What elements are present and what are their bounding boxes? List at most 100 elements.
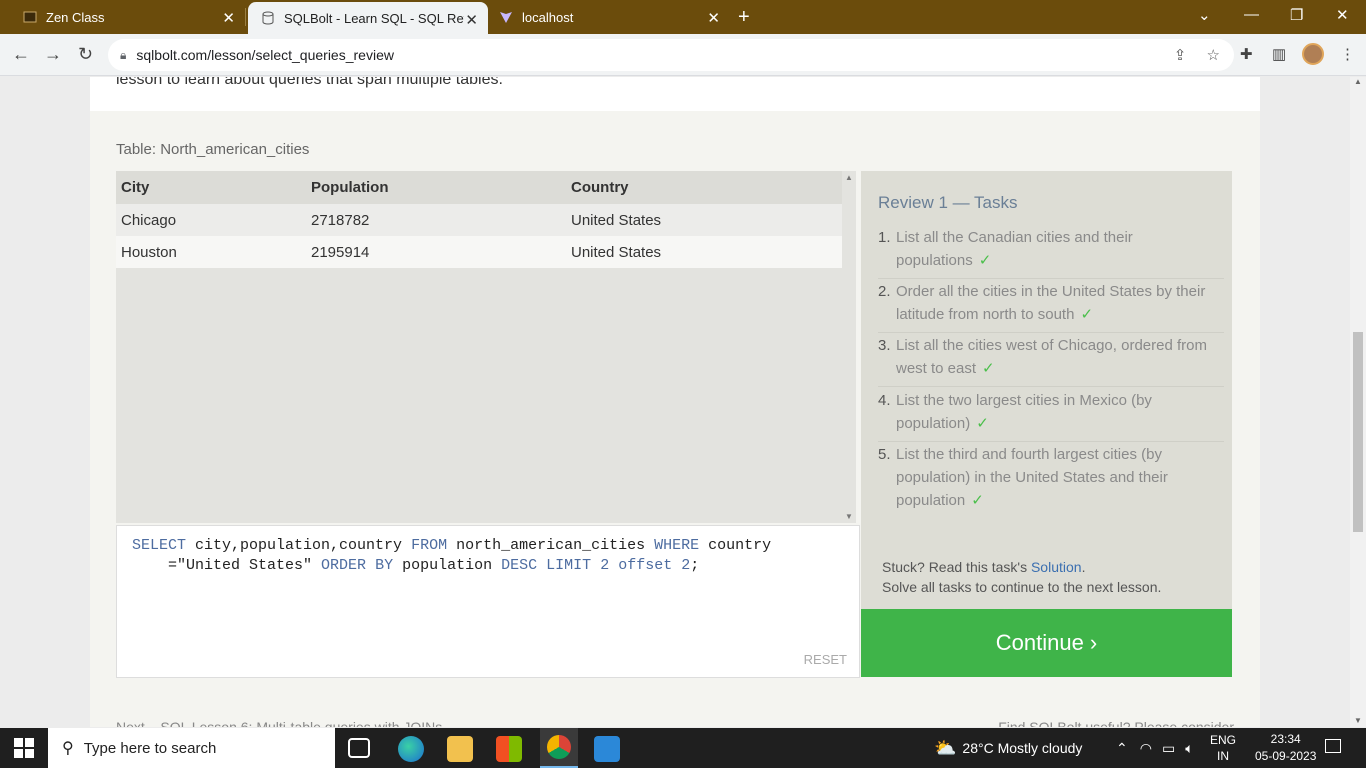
scrollbar-thumb[interactable] (1353, 332, 1363, 532)
tab-separator (245, 8, 246, 26)
share-icon[interactable]: ⇪ (1174, 47, 1187, 64)
clock[interactable]: 23:34 05-09-2023 (1255, 731, 1316, 765)
tab-search-chevron-icon[interactable]: ⌄ (1198, 6, 1211, 24)
cell-country: United States (566, 236, 842, 268)
task-text: List all the cities west of Chicago, ord… (896, 337, 1207, 377)
sql-query-text[interactable]: SELECT city,population,country FROM nort… (132, 536, 771, 576)
results-scrollbar[interactable]: ▲ ▼ (842, 171, 856, 523)
query-line-2: ="United States" ORDER BY population DES… (168, 557, 700, 574)
task-item: 5. List the third and fourth largest cit… (878, 443, 1224, 518)
chrome-icon (547, 735, 571, 759)
checkmark-icon: ✓ (976, 415, 989, 432)
notifications-icon[interactable] (1325, 739, 1341, 753)
search-icon: ⚲ (62, 740, 74, 757)
forward-arrow-icon[interactable]: → (44, 44, 62, 65)
task-view-icon[interactable] (348, 738, 370, 758)
chrome-taskbar-button[interactable] (540, 728, 578, 768)
query-results-panel: City Population Country Chicago 2718782 … (116, 171, 856, 523)
battery-icon[interactable]: ▭ (1162, 740, 1175, 757)
volume-icon[interactable]: 🔈︎ (1185, 740, 1193, 757)
table-title: Table: North_american_cities (116, 141, 310, 158)
scroll-down-arrow-icon[interactable]: ▼ (1350, 716, 1366, 725)
task-item: 3. List all the cities west of Chicago, … (878, 334, 1224, 387)
extensions-puzzle-icon[interactable]: ✚ (1240, 45, 1253, 63)
lesson-intro-block: lesson to learn about queries that span … (90, 77, 1260, 111)
zen-class-favicon-icon (22, 9, 38, 25)
new-tab-icon[interactable]: + (738, 6, 750, 29)
next-lesson-link[interactable]: Next – SQL Lesson 6: Multi-table queries… (116, 719, 442, 727)
side-panel-icon[interactable]: ▥ (1272, 45, 1286, 63)
results-table: City Population Country Chicago 2718782 … (116, 171, 842, 268)
chevron-up-icon[interactable]: ⌃ (1116, 740, 1128, 757)
network-icon[interactable]: ◠ (1140, 740, 1152, 757)
solution-link[interactable]: Solution (1031, 559, 1082, 575)
lesson-intro-text: lesson to learn about queries that span … (116, 77, 503, 88)
task-item: 4. List the two largest cities in Mexico… (878, 389, 1224, 442)
lang-line-1: ENG (1210, 733, 1237, 747)
table-row: Houston 2195914 United States (116, 236, 842, 268)
scroll-up-arrow-icon[interactable]: ▲ (1350, 77, 1366, 86)
continue-button[interactable]: Continue › (861, 609, 1232, 677)
weather-widget[interactable]: ⛅ 28°C Mostly cloudy (934, 728, 1082, 768)
reset-button[interactable]: RESET (804, 652, 847, 667)
solve-note: Solve all tasks to continue to the next … (882, 579, 1162, 595)
minimize-icon[interactable]: — (1244, 6, 1259, 23)
address-bar[interactable]: 🔒︎ sqlbolt.com/lesson/select_queries_rev… (108, 39, 1234, 71)
file-explorer-icon[interactable] (447, 736, 473, 762)
database-favicon-icon (260, 10, 276, 26)
language-indicator[interactable]: ENG IN (1210, 732, 1236, 764)
page-scrollbar[interactable]: ▲ ▼ (1350, 77, 1366, 727)
profile-avatar[interactable] (1302, 43, 1324, 65)
lang-line-2: IN (1217, 749, 1229, 763)
tab-sqlbolt[interactable]: SQLBolt - Learn SQL - SQL Review ✕ (248, 2, 488, 34)
query-line-1: SELECT city,population,country FROM nort… (132, 537, 772, 554)
tab-label: SQLBolt - Learn SQL - SQL Review (284, 10, 464, 26)
task-number: 4. (878, 392, 891, 409)
clock-date: 05-09-2023 (1255, 749, 1317, 763)
back-arrow-icon[interactable]: ← (12, 44, 30, 65)
cell-city: Houston (116, 236, 306, 268)
browser-toolbar: ← → ↻ 🔒︎ sqlbolt.com/lesson/select_queri… (0, 34, 1366, 76)
support-note: Find SQLBolt useful? Please consider (998, 719, 1234, 727)
task-number: 5. (878, 446, 891, 463)
task-number: 1. (878, 229, 891, 246)
reload-icon[interactable]: ↻ (78, 44, 93, 65)
microsoft-store-icon[interactable] (496, 736, 522, 762)
close-window-icon[interactable]: ✕ (1336, 6, 1349, 24)
tasks-panel: Review 1 — Tasks 1. List all the Canadia… (861, 171, 1232, 609)
sql-editor[interactable]: SELECT city,population,country FROM nort… (116, 525, 860, 678)
edge-browser-icon[interactable] (398, 736, 424, 762)
scroll-down-arrow-icon[interactable]: ▼ (842, 512, 856, 521)
tab-zen-class[interactable]: Zen Class ✕ (0, 0, 245, 34)
stuck-prefix: Stuck? Read this task's (882, 559, 1031, 575)
system-tray: ⌃ ◠ ▭ 🔈︎ (1116, 728, 1194, 768)
close-tab-icon[interactable]: ✕ (465, 11, 478, 29)
task-number: 2. (878, 283, 891, 300)
checkmark-icon: ✓ (1080, 306, 1094, 323)
weather-text: 28°C Mostly cloudy (962, 740, 1083, 756)
close-tab-icon[interactable]: ✕ (222, 9, 235, 27)
menu-kebab-icon[interactable]: ⋮ (1340, 45, 1355, 63)
vite-favicon-icon (498, 9, 514, 25)
lesson-page: lesson to learn about queries that span … (90, 77, 1260, 727)
table-row: Chicago 2718782 United States (116, 204, 842, 236)
page-viewport: lesson to learn about queries that span … (0, 77, 1350, 727)
restore-icon[interactable]: ❐ (1290, 6, 1303, 24)
close-tab-icon[interactable]: ✕ (707, 9, 720, 27)
column-header-country: Country (566, 171, 842, 204)
task-text: List all the Canadian cities and their p… (896, 229, 1133, 269)
cell-population: 2718782 (306, 204, 566, 236)
task-item: 2. Order all the cities in the United St… (878, 280, 1224, 333)
cell-city: Chicago (116, 204, 306, 236)
lock-icon: 🔒︎ (120, 47, 127, 62)
windows-start-icon[interactable] (14, 738, 34, 758)
taskbar-search-box[interactable]: ⚲ Type here to search (48, 728, 335, 768)
photos-icon[interactable] (594, 736, 620, 762)
bookmark-star-icon[interactable]: ☆ (1207, 47, 1220, 64)
cell-country: United States (566, 204, 842, 236)
url-text: sqlbolt.com/lesson/select_queries_review (136, 47, 394, 63)
tab-localhost[interactable]: localhost ✕ (490, 0, 730, 34)
task-text: List the two largest cities in Mexico (b… (896, 392, 1152, 432)
scroll-up-arrow-icon[interactable]: ▲ (842, 173, 856, 182)
task-text: Order all the cities in the United State… (896, 283, 1206, 323)
